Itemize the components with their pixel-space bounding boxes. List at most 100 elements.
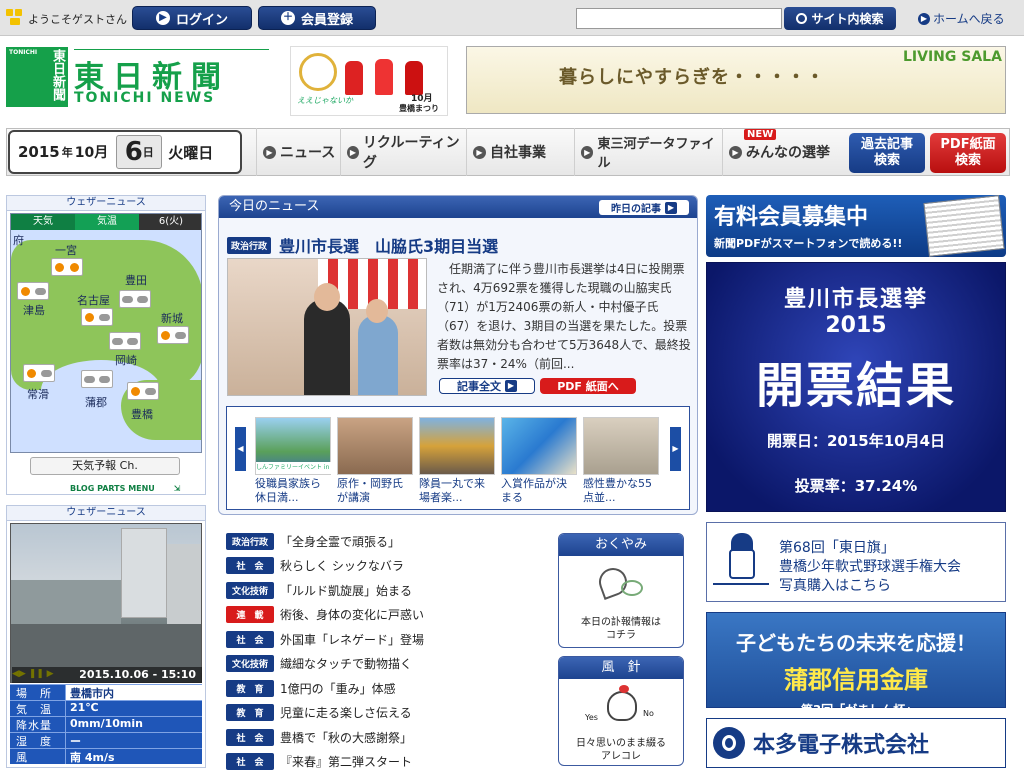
- site-search-button[interactable]: サイト内検索: [784, 7, 896, 30]
- archive-search-button[interactable]: 過去記事 検索: [849, 133, 925, 173]
- sunny-cloudy-icon: [127, 382, 159, 400]
- chevron-right-icon: ▶: [473, 145, 486, 159]
- sunny-icon: [51, 258, 83, 276]
- nav-item-company-events[interactable]: ▶ 自社事業: [466, 128, 574, 176]
- sunny-cloudy-icon: [17, 282, 49, 300]
- weather-channel-button[interactable]: 天気予報 Ch.: [30, 457, 180, 475]
- news-list-item[interactable]: 社 会豊橋で「秋の大感謝祭」: [226, 725, 546, 749]
- carousel-item[interactable]: 感性豊かな55点並...: [583, 417, 659, 505]
- news-list-item[interactable]: 連 載術後、身体の変化に戸惑い: [226, 602, 546, 626]
- pdf-page-button[interactable]: PDF 紙面へ: [540, 378, 636, 394]
- users-icon: [6, 9, 24, 27]
- arrow-right-icon: ▶: [665, 201, 677, 214]
- cam-row-precipitation: 降水量 0mm/10min: [10, 716, 202, 732]
- pdf-search-button[interactable]: PDF紙面 検索: [930, 133, 1006, 173]
- welcome-text: ようこそゲストさん: [28, 13, 127, 26]
- nav-item-recruiting[interactable]: ▶ リクルーティング: [340, 128, 464, 176]
- cloudy-icon: [109, 332, 141, 350]
- news-list-item[interactable]: 文化技術 繊細なタッチで動物描く: [226, 651, 546, 675]
- blog-parts-menu-link[interactable]: BLOG PARTS MENU ⇲: [70, 484, 180, 493]
- tab-weather[interactable]: 天気: [11, 214, 75, 230]
- cloudy-icon: [81, 370, 113, 388]
- news-list-item[interactable]: 社 会外国車「レネゲード」登場: [226, 627, 546, 651]
- chevron-right-icon: ▶: [347, 145, 359, 159]
- tonichi-flag-tournament-banner[interactable]: 第68回「東日旗」 豊橋少年軟式野球選手権大会 写真購入はこちら: [706, 522, 1006, 602]
- baseball-player-icon: [713, 527, 769, 597]
- nav-item-news[interactable]: ▶ ニュース: [256, 128, 338, 176]
- news-list-item[interactable]: 文化技術 「ルルド凱旋展」始まる: [226, 578, 546, 602]
- weather-tabs: 天気 気温 6(火): [11, 214, 201, 230]
- category-tag: 政治行政: [227, 236, 272, 254]
- chevron-right-icon: ▶: [581, 145, 594, 159]
- carousel-next-button[interactable]: ▶: [670, 427, 681, 471]
- festival-logo-icon: [299, 53, 337, 91]
- obituary-header: おくやみ: [559, 534, 683, 556]
- weather-map[interactable]: 天気 気温 6(火) 府 一宮 豊田 名古屋 津島 新城 岡崎 常滑 蒲郡 豊橋: [10, 213, 202, 453]
- column-fuushin-box[interactable]: 風 針 Yes No 日々思いのまま綴る アレコレ: [558, 656, 684, 766]
- carousel-thumb: [337, 417, 413, 475]
- carousel-item[interactable]: 原作・岡野氏が講演: [337, 417, 413, 505]
- news-list-item[interactable]: 社 会秋らしく シックなバラ: [226, 553, 546, 577]
- news-list-item[interactable]: 教 育児童に走る楽しさ伝える: [226, 700, 546, 724]
- arrow-right-icon: ▶: [918, 12, 930, 25]
- search-input[interactable]: [576, 8, 782, 29]
- fuushin-header: 風 針: [559, 657, 683, 679]
- news-list-item[interactable]: 社 会『来春』第二弾スタート: [226, 749, 546, 773]
- tab-date[interactable]: 6(火): [139, 214, 201, 230]
- election-results-banner[interactable]: 豊川市長選挙 2015 開票結果 開票日：2015年10月4日 投票率：37.2…: [706, 262, 1006, 512]
- new-badge: NEW: [744, 129, 777, 140]
- carousel-item[interactable]: 入賞作品が決まる: [501, 417, 577, 505]
- logo-subtitle: TONICHI NEWS: [74, 90, 216, 106]
- carousel-thumb: [501, 417, 577, 475]
- weather-news-header: ウェザーニュース: [6, 195, 206, 211]
- plus-icon: ＋: [280, 11, 295, 25]
- cam-row-temperature: 気 温 21℃: [10, 700, 202, 716]
- camera-timestamp: 2015.10.06 - 15:10: [12, 667, 202, 683]
- expand-icon: ⇲: [173, 484, 181, 493]
- carousel-item[interactable]: 隊員一丸で来場者楽...: [419, 417, 495, 505]
- gamagori-shinkin-banner[interactable]: 子どもたちの未来を応援！ 蒲郡信用金庫 ― 第3回「がましん杯」 ―: [706, 612, 1006, 717]
- news-list-item[interactable]: 政治行政 「全身全霊で頑張る」: [226, 529, 546, 553]
- logo-rule: [74, 49, 269, 50]
- cam-row-humidity: 湿 度ー: [10, 732, 202, 748]
- carousel-thumb: [419, 417, 495, 475]
- logo-mark[interactable]: TONICHI 東日新聞: [6, 47, 68, 107]
- newspaper-icon: [923, 195, 1005, 257]
- sunny-cloudy-icon: [81, 308, 113, 326]
- register-button[interactable]: ＋ 会員登録: [258, 6, 376, 30]
- carousel-prev-button[interactable]: ◀: [235, 427, 246, 471]
- chevron-right-icon: ▶: [729, 145, 742, 159]
- carousel-item[interactable]: しんファミリーイベント in ラグナ 役職員家族ら休日満...: [255, 417, 332, 505]
- news-list-item[interactable]: 教 育 1億円の「重み」体感: [226, 676, 546, 700]
- festival-banner[interactable]: ええじゃないか 10月 豊橋まつり: [290, 46, 448, 116]
- rooster-icon: Yes No: [559, 679, 683, 737]
- obituary-caption: 本日の訃報情報は コチラ: [581, 617, 661, 641]
- headline-photo[interactable]: [227, 258, 427, 396]
- news-carousel: ◀ ▶ しんファミリーイベント in ラグナ 役職員家族ら休日満... 原作・岡…: [226, 406, 690, 510]
- headline-row[interactable]: 政治行政 豊川市長選 山脇氏3期目当選: [227, 233, 498, 257]
- nav-item-election[interactable]: ▶ みんなの選挙: [722, 128, 844, 176]
- search-icon: [796, 13, 808, 24]
- yesterday-articles-button[interactable]: 昨日の記事 ▶: [599, 200, 689, 215]
- sunny-cloudy-icon: [23, 364, 55, 382]
- cloudy-icon: [119, 290, 151, 308]
- arrow-right-icon: ▶: [505, 380, 517, 392]
- paid-membership-banner[interactable]: 有料会員募集中 新聞PDFがスマートフォンで読める!!: [706, 195, 1006, 257]
- chevron-right-icon: ▶: [263, 145, 276, 159]
- fuushin-caption: 日々思いのまま綴る アレコレ: [576, 738, 666, 762]
- full-article-button[interactable]: 記事全文 ▶: [439, 378, 535, 394]
- obituary-box[interactable]: おくやみ 本日の訃報情報は コチラ: [558, 533, 684, 648]
- cam-row-wind: 風南 4m/s: [10, 748, 202, 764]
- living-sala-banner[interactable]: 暮らしにやすらぎを・・・・・ LIVING SALA: [466, 46, 1006, 114]
- nav-item-data-file[interactable]: ▶ 東三河データファイル: [574, 128, 722, 176]
- tab-temperature[interactable]: 気温: [75, 214, 139, 230]
- date-display: 2015 年 10月 6 日 火曜日: [8, 130, 242, 174]
- carousel-thumb: [583, 417, 659, 475]
- honda-electronics-banner[interactable]: 本多電子株式会社: [706, 718, 1006, 768]
- headline-title[interactable]: 豊川市長選 山脇氏3期目当選: [279, 233, 498, 257]
- honda-logo-icon: [713, 727, 745, 759]
- carousel-thumb: しんファミリーイベント in ラグナ: [255, 417, 332, 475]
- live-camera-image[interactable]: [10, 523, 202, 683]
- home-link[interactable]: ▶ ホームへ戻る: [918, 10, 1005, 27]
- login-button[interactable]: ▶ ログイン: [132, 6, 252, 30]
